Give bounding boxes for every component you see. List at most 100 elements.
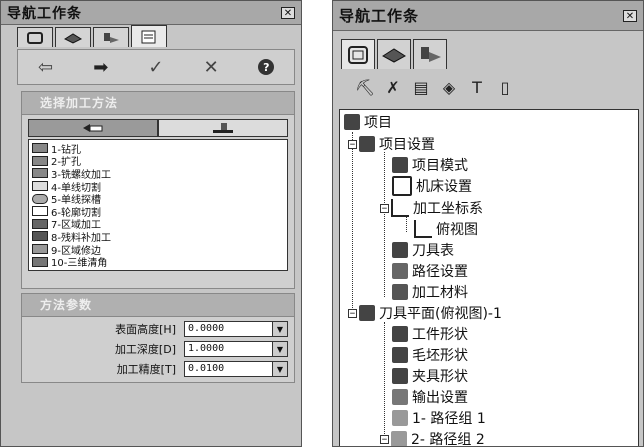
project-icon — [344, 114, 360, 130]
tree-item-path-group-1[interactable]: 1- 路径组 1 — [392, 408, 486, 428]
surface-tool-icon — [213, 123, 233, 133]
param-label: 加工精度[T] — [116, 363, 176, 376]
help-button[interactable]: ? — [252, 55, 280, 79]
blank-icon — [392, 347, 408, 363]
folder-icon — [391, 431, 407, 446]
drill-button[interactable]: ⛏ — [351, 75, 379, 99]
tab-square-outline[interactable] — [341, 39, 375, 69]
tree-connector — [384, 322, 385, 442]
square-outline-icon — [348, 45, 368, 64]
precision-combo[interactable]: 0.0100 ▼ — [184, 361, 288, 377]
document-icon: ▯ — [500, 77, 510, 97]
tab-layer[interactable] — [377, 39, 411, 69]
collapse-toggle[interactable]: − — [380, 203, 389, 213]
cross-icon: ✕ — [203, 56, 219, 78]
path-settings-icon — [392, 263, 408, 279]
tool-table-icon — [392, 242, 408, 258]
right-navigation-panel: 导航工作条 ✕ ⛏ ✗ ▤ ◈ T ▯ 项目 − 项目设置 项目模式 机床设置 −… — [332, 0, 644, 447]
right-icon-toolbar: ⛏ ✗ ▤ ◈ T ▯ — [351, 75, 519, 99]
depth-combo[interactable]: 1.0000 ▼ — [184, 341, 288, 357]
tab-layer[interactable] — [55, 27, 91, 47]
contour-cut-icon — [32, 206, 48, 217]
tab-square-outline[interactable] — [17, 27, 53, 47]
runner-icon: ✗ — [386, 77, 400, 97]
method-type-3d-button[interactable] — [158, 119, 288, 137]
forward-button[interactable]: ➡ — [87, 55, 115, 79]
drill-method-icon — [32, 143, 48, 154]
tree-item-project[interactable]: 项目 — [344, 112, 392, 132]
document-button[interactable]: ▯ — [491, 75, 519, 99]
layer-icon — [63, 32, 83, 44]
arrow-tool-icon — [83, 124, 103, 132]
tree-item-project-settings[interactable]: − 项目设置 — [348, 134, 435, 154]
layer-icon — [382, 47, 406, 63]
tool-holder-button[interactable]: ◈ — [435, 75, 463, 99]
left-panel-title: 导航工作条 — [7, 5, 82, 22]
fixture-icon — [392, 368, 408, 384]
method-params-section: 方法参数 表面高度[H] 0.0000 ▼ 加工深度[D] 1.0000 ▼ 加… — [21, 293, 295, 383]
dropdown-arrow-icon[interactable]: ▼ — [272, 342, 287, 356]
tree-connector — [406, 216, 407, 232]
collapse-toggle[interactable]: − — [348, 308, 357, 318]
runner-button[interactable]: ✗ — [379, 75, 407, 99]
left-title-bar: 导航工作条 ✕ — [1, 1, 301, 25]
depth-value[interactable]: 1.0000 — [185, 342, 272, 356]
tree-item-project-mode[interactable]: 项目模式 — [392, 155, 468, 175]
precision-value[interactable]: 0.0100 — [185, 362, 272, 376]
tree-item-top-view[interactable]: 俯视图 — [414, 219, 478, 239]
tree-item-material[interactable]: 加工材料 — [392, 282, 468, 302]
tool-plane-icon — [359, 305, 375, 321]
tree-item-path-settings[interactable]: 路径设置 — [392, 261, 468, 281]
tree-item-workpiece[interactable]: 工件形状 — [392, 324, 468, 344]
list-item[interactable]: 10-三维清角 — [32, 255, 284, 269]
tree-item-machine-settings[interactable]: 机床设置 — [392, 176, 472, 196]
corner-clean-icon — [32, 256, 48, 267]
left-navigation-panel: 导航工作条 ✕ ⇦ ➡ ✓ ✕ ? 选择加工方法 1-钻孔 2-扩孔 3-铣螺纹… — [0, 0, 302, 447]
tool-t-button[interactable]: T — [463, 75, 491, 99]
drill-icon: ⛏ — [354, 77, 376, 97]
arrow-left-icon: ⇦ — [38, 56, 54, 78]
tab-document-list[interactable] — [131, 25, 167, 47]
cancel-button[interactable]: ✕ — [197, 55, 225, 79]
tree-item-tool-table[interactable]: 刀具表 — [392, 240, 454, 260]
method-selection-section: 选择加工方法 1-钻孔 2-扩孔 3-铣螺纹加工 4-单线切割 5-单线探槽 6… — [21, 91, 295, 289]
tree-item-tool-plane[interactable]: − 刀具平面(俯视图)-1 — [348, 303, 502, 323]
top-view-icon — [414, 220, 432, 238]
param-label: 表面高度[H] — [115, 323, 176, 336]
thread-mill-method-icon — [32, 168, 48, 179]
tree-item-fixture[interactable]: 夹具形状 — [392, 366, 468, 386]
confirm-button[interactable]: ✓ — [142, 55, 170, 79]
tree-item-path-group-2[interactable]: −2- 路径组 2 — [380, 429, 485, 446]
param-label: 加工深度[D] — [114, 343, 176, 356]
tree-item-coordinate-system[interactable]: − 加工坐标系 — [380, 198, 483, 218]
area-machining-icon — [32, 218, 48, 229]
method-list[interactable]: 1-钻孔 2-扩孔 3-铣螺纹加工 4-单线切割 5-单线探槽 6-轮廓切割 7… — [28, 139, 288, 271]
collapse-toggle[interactable]: − — [380, 434, 389, 444]
area-trim-icon — [32, 244, 48, 255]
single-line-groove-icon — [32, 193, 48, 204]
help-icon: ? — [258, 59, 275, 75]
right-tab-strip — [341, 39, 449, 69]
table-button[interactable]: ▤ — [407, 75, 435, 99]
tree-item-blank[interactable]: 毛坯形状 — [392, 345, 468, 365]
coordinate-icon — [391, 199, 409, 217]
right-close-button[interactable]: ✕ — [623, 9, 637, 22]
tab-tool[interactable] — [93, 27, 129, 47]
arrow-right-icon: ➡ — [93, 56, 109, 78]
surface-height-value[interactable]: 0.0000 — [185, 322, 272, 336]
left-action-toolbar: ⇦ ➡ ✓ ✕ ? — [17, 49, 295, 85]
tool-holder-icon: ◈ — [442, 77, 456, 97]
left-close-button[interactable]: ✕ — [281, 6, 295, 19]
dropdown-arrow-icon[interactable]: ▼ — [272, 322, 287, 336]
dropdown-arrow-icon[interactable]: ▼ — [272, 362, 287, 376]
collapse-toggle[interactable]: − — [348, 139, 357, 149]
back-button[interactable]: ⇦ — [32, 55, 60, 79]
project-tree[interactable]: 项目 − 项目设置 项目模式 机床设置 − 加工坐标系 俯视图 刀具表 路径设置 加… — [339, 109, 639, 446]
method-type-2d-button[interactable] — [28, 119, 158, 137]
tool-icon — [104, 32, 119, 43]
tree-connector — [352, 132, 353, 314]
tree-item-output-settings[interactable]: 输出设置 — [392, 387, 468, 407]
surface-height-combo[interactable]: 0.0000 ▼ — [184, 321, 288, 337]
single-line-cut-icon — [32, 181, 48, 192]
tab-tool[interactable] — [413, 39, 447, 69]
